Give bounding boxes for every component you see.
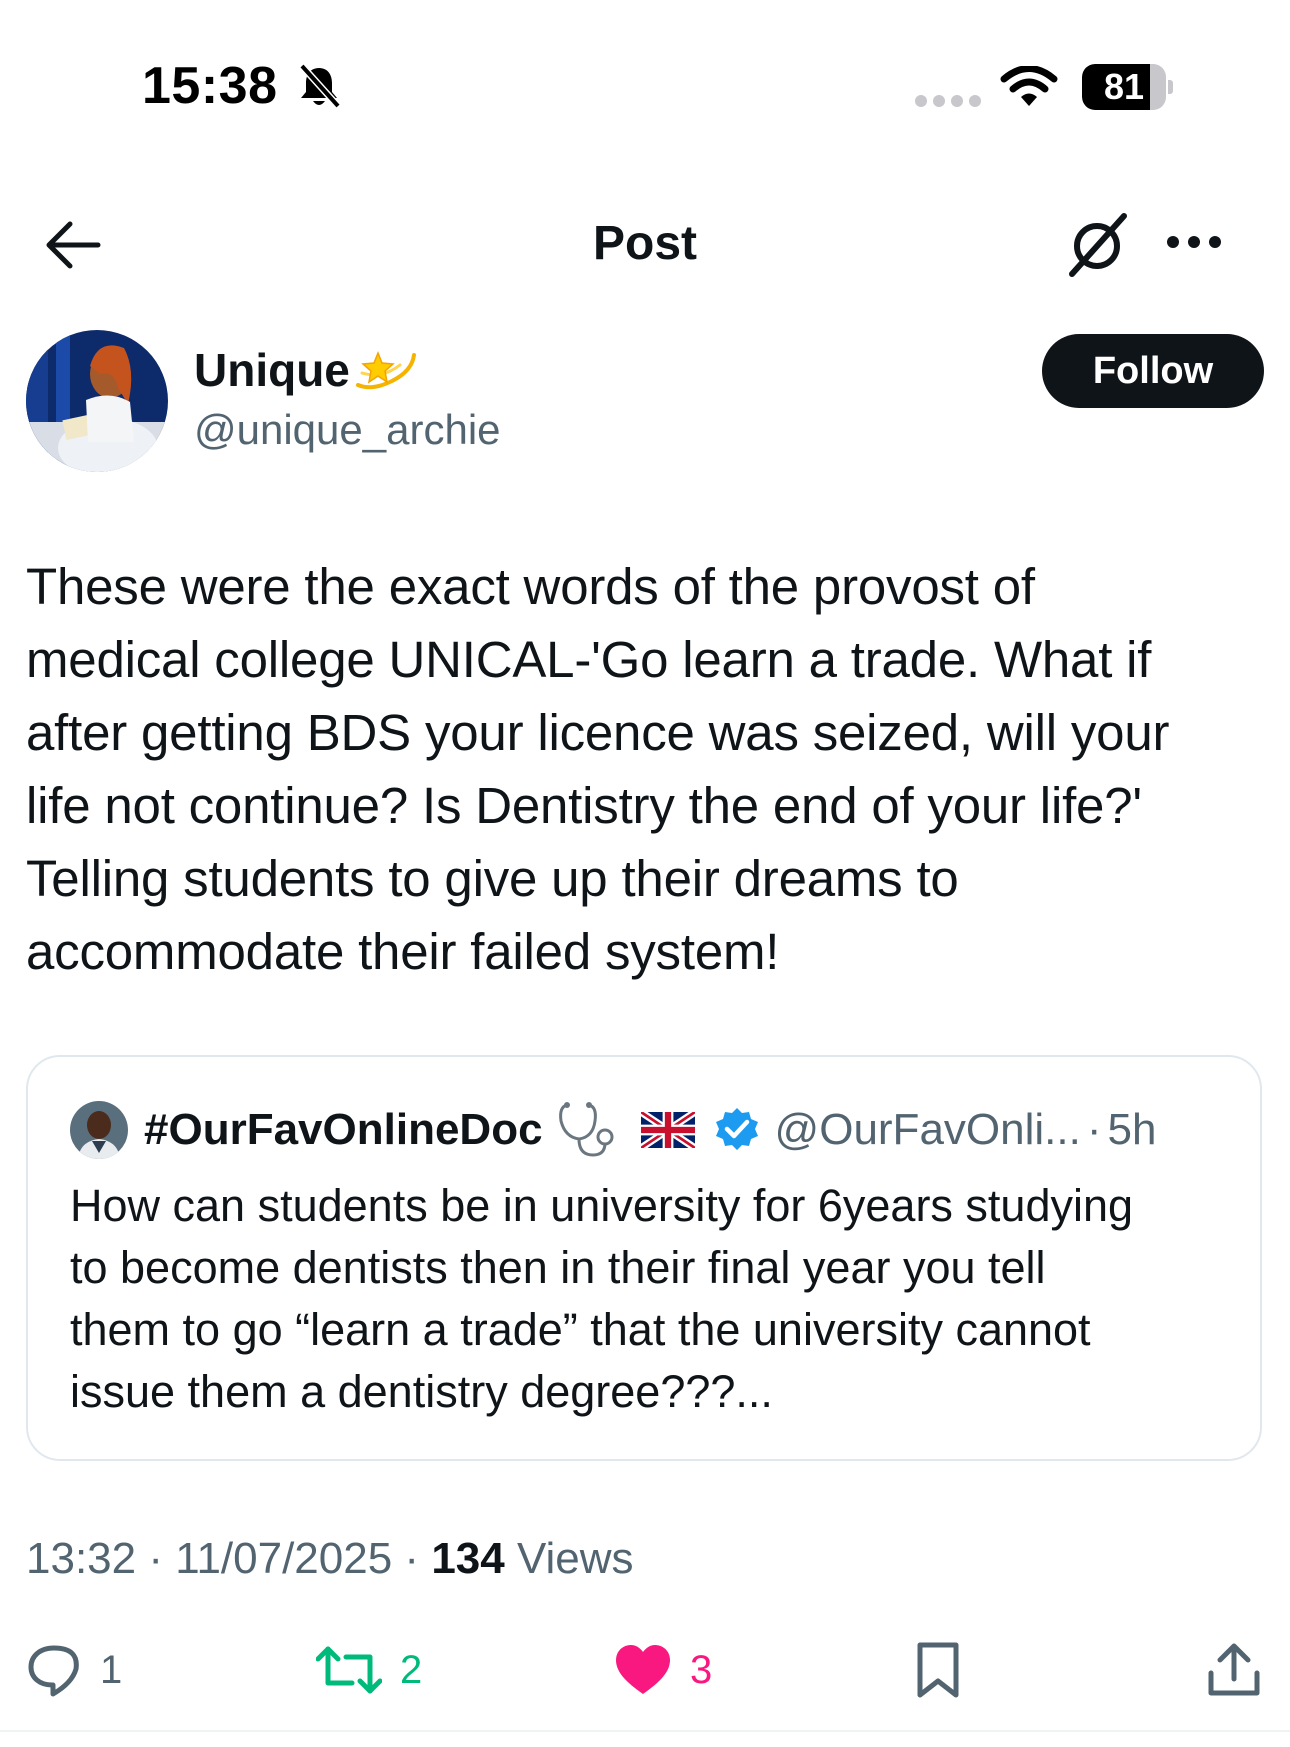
reply-button[interactable]: 1: [26, 1640, 122, 1700]
status-bar: 15:38 81: [0, 0, 1290, 180]
post-text-line: after getting BDS your licence was seize…: [26, 704, 1170, 761]
post-date: 11/07/2025: [175, 1534, 393, 1583]
stethoscope-icon: [558, 1102, 614, 1157]
quote-text-line: How can students be in university for 6y…: [70, 1180, 1134, 1231]
quote-separator: ·: [1086, 1105, 1102, 1154]
quoted-post[interactable]: #OurFavOnlineDoc @OurFavOnli... · 5h How…: [26, 1055, 1262, 1461]
post-text-line: Telling students to give up their dreams…: [26, 850, 959, 907]
quote-text-line: to become dentists then in their final y…: [70, 1242, 1046, 1293]
quote-text: How can students be in university for 6y…: [70, 1175, 1240, 1423]
verified-badge-icon: [715, 1108, 758, 1150]
meta-separator: ·: [148, 1534, 163, 1583]
display-name-row: Unique: [194, 342, 418, 398]
meta-separator: ·: [404, 1534, 420, 1583]
action-bar: 1 2 3: [0, 1630, 1290, 1710]
post-text-line: medical college UNICAL-'Go learn a trade…: [26, 631, 1152, 688]
uk-flag-icon: [640, 1112, 695, 1148]
bell-slash-icon: [299, 63, 341, 109]
battery-icon: 81: [1082, 64, 1174, 110]
like-button[interactable]: 3: [614, 1640, 712, 1700]
divider: [0, 1730, 1290, 1732]
repost-button[interactable]: 2: [316, 1640, 422, 1700]
quote-text-line: issue them a dentistry degree???...: [70, 1366, 773, 1417]
post-text: These were the exact words of the provos…: [26, 550, 1256, 988]
post-author: Unique @unique_archie Follow: [26, 330, 1264, 476]
follow-button[interactable]: Follow: [1042, 334, 1264, 408]
post-time: 13:32: [26, 1534, 137, 1583]
post-text-line: These were the exact words of the provos…: [26, 558, 1035, 615]
views-label: Views: [516, 1534, 634, 1583]
signal-dots-icon: [915, 95, 981, 107]
wifi-icon: [1000, 66, 1058, 106]
post-text-line: accommodate their failed system!: [26, 923, 780, 980]
more-icon[interactable]: [1164, 230, 1224, 254]
status-time: 15:38: [142, 57, 278, 115]
quote-display-name[interactable]: #OurFavOnlineDoc: [144, 1105, 543, 1155]
share-button[interactable]: [1206, 1640, 1262, 1700]
avatar[interactable]: [26, 330, 168, 472]
dizzy-star-icon: [355, 350, 416, 390]
quote-header: #OurFavOnlineDoc @OurFavOnli... · 5h: [70, 1099, 1156, 1161]
grok-icon[interactable]: [1064, 212, 1130, 278]
bookmark-button[interactable]: [914, 1640, 962, 1700]
repost-icon: [316, 1646, 382, 1694]
post-text-line: life not continue? Is Dentistry the end …: [26, 777, 1142, 834]
quote-text-line: them to go “learn a trade” that the univ…: [70, 1304, 1091, 1355]
quote-handle[interactable]: @OurFavOnli...: [775, 1105, 1081, 1155]
display-name[interactable]: Unique: [194, 343, 350, 397]
post-meta: 13:32 · 11/07/2025 · 134 Views: [26, 1534, 634, 1584]
reply-icon: [28, 1645, 79, 1697]
like-count: 3: [690, 1647, 713, 1692]
quote-time: 5h: [1107, 1105, 1157, 1154]
heart-icon: [616, 1645, 670, 1694]
reply-count: 1: [100, 1647, 123, 1692]
author-handle[interactable]: @unique_archie: [194, 406, 501, 454]
header: Post: [0, 190, 1290, 300]
share-icon: [1208, 1643, 1260, 1696]
battery-level: 81: [1103, 66, 1145, 107]
bookmark-icon: [917, 1642, 959, 1698]
quote-avatar[interactable]: [70, 1101, 128, 1159]
views-count[interactable]: 134: [431, 1534, 504, 1583]
repost-count: 2: [400, 1647, 423, 1692]
